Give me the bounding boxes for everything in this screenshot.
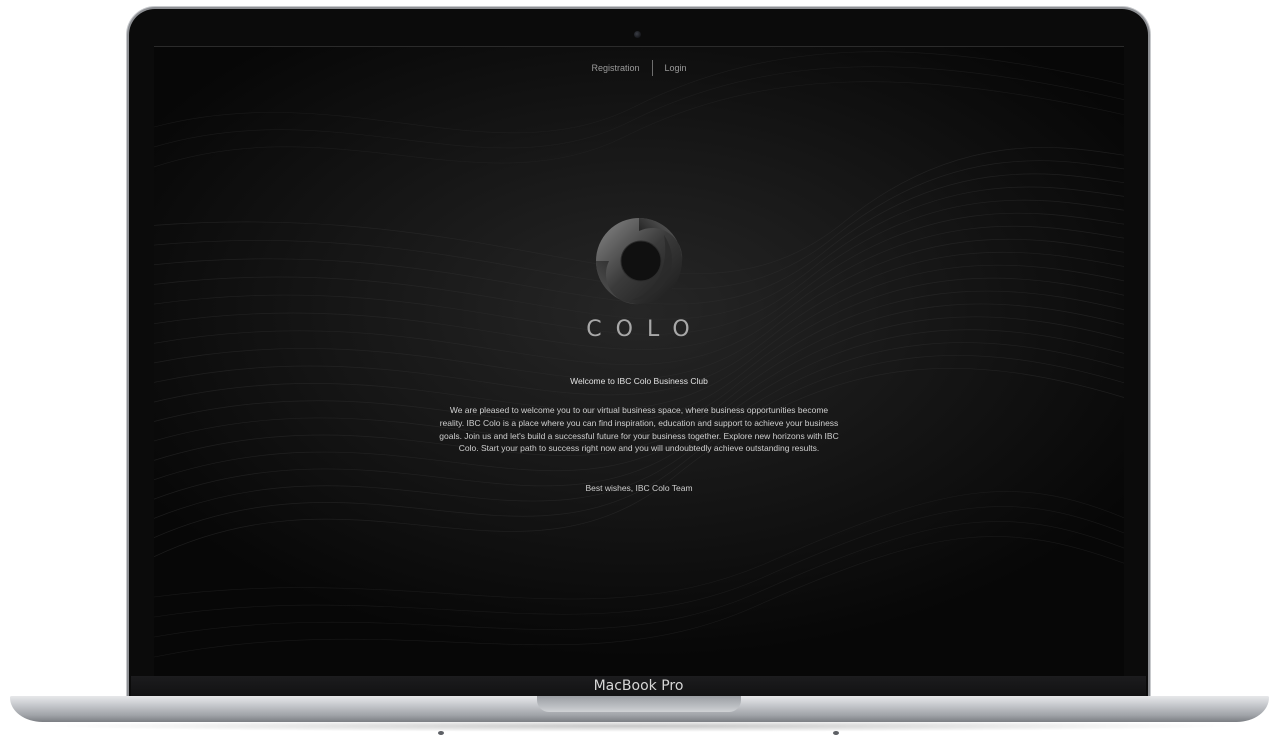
camera-icon: [634, 31, 641, 38]
bottom-bezel: MacBook Pro: [131, 676, 1146, 696]
colo-wordmark: COLO: [586, 317, 704, 342]
signoff-text: Best wishes, IBC Colo Team: [585, 483, 693, 493]
login-link[interactable]: Login: [653, 63, 699, 73]
top-navigation: Registration Login: [154, 57, 1124, 79]
lid-opening-notch: [537, 696, 741, 712]
screen: Registration Login COLO Welcome to IBC C…: [154, 46, 1124, 677]
registration-link[interactable]: Registration: [579, 63, 651, 73]
wave-lines-background: [154, 51, 1124, 658]
macbook-mockup: Registration Login COLO Welcome to IBC C…: [0, 0, 1280, 745]
colo-logo-icon: [596, 218, 683, 305]
rubber-foot: [833, 731, 839, 735]
welcome-heading: Welcome to IBC Colo Business Club: [570, 376, 708, 386]
welcome-body-text: We are pleased to welcome you to our vir…: [439, 405, 839, 454]
rubber-foot: [438, 731, 444, 735]
model-label: MacBook Pro: [593, 678, 684, 694]
